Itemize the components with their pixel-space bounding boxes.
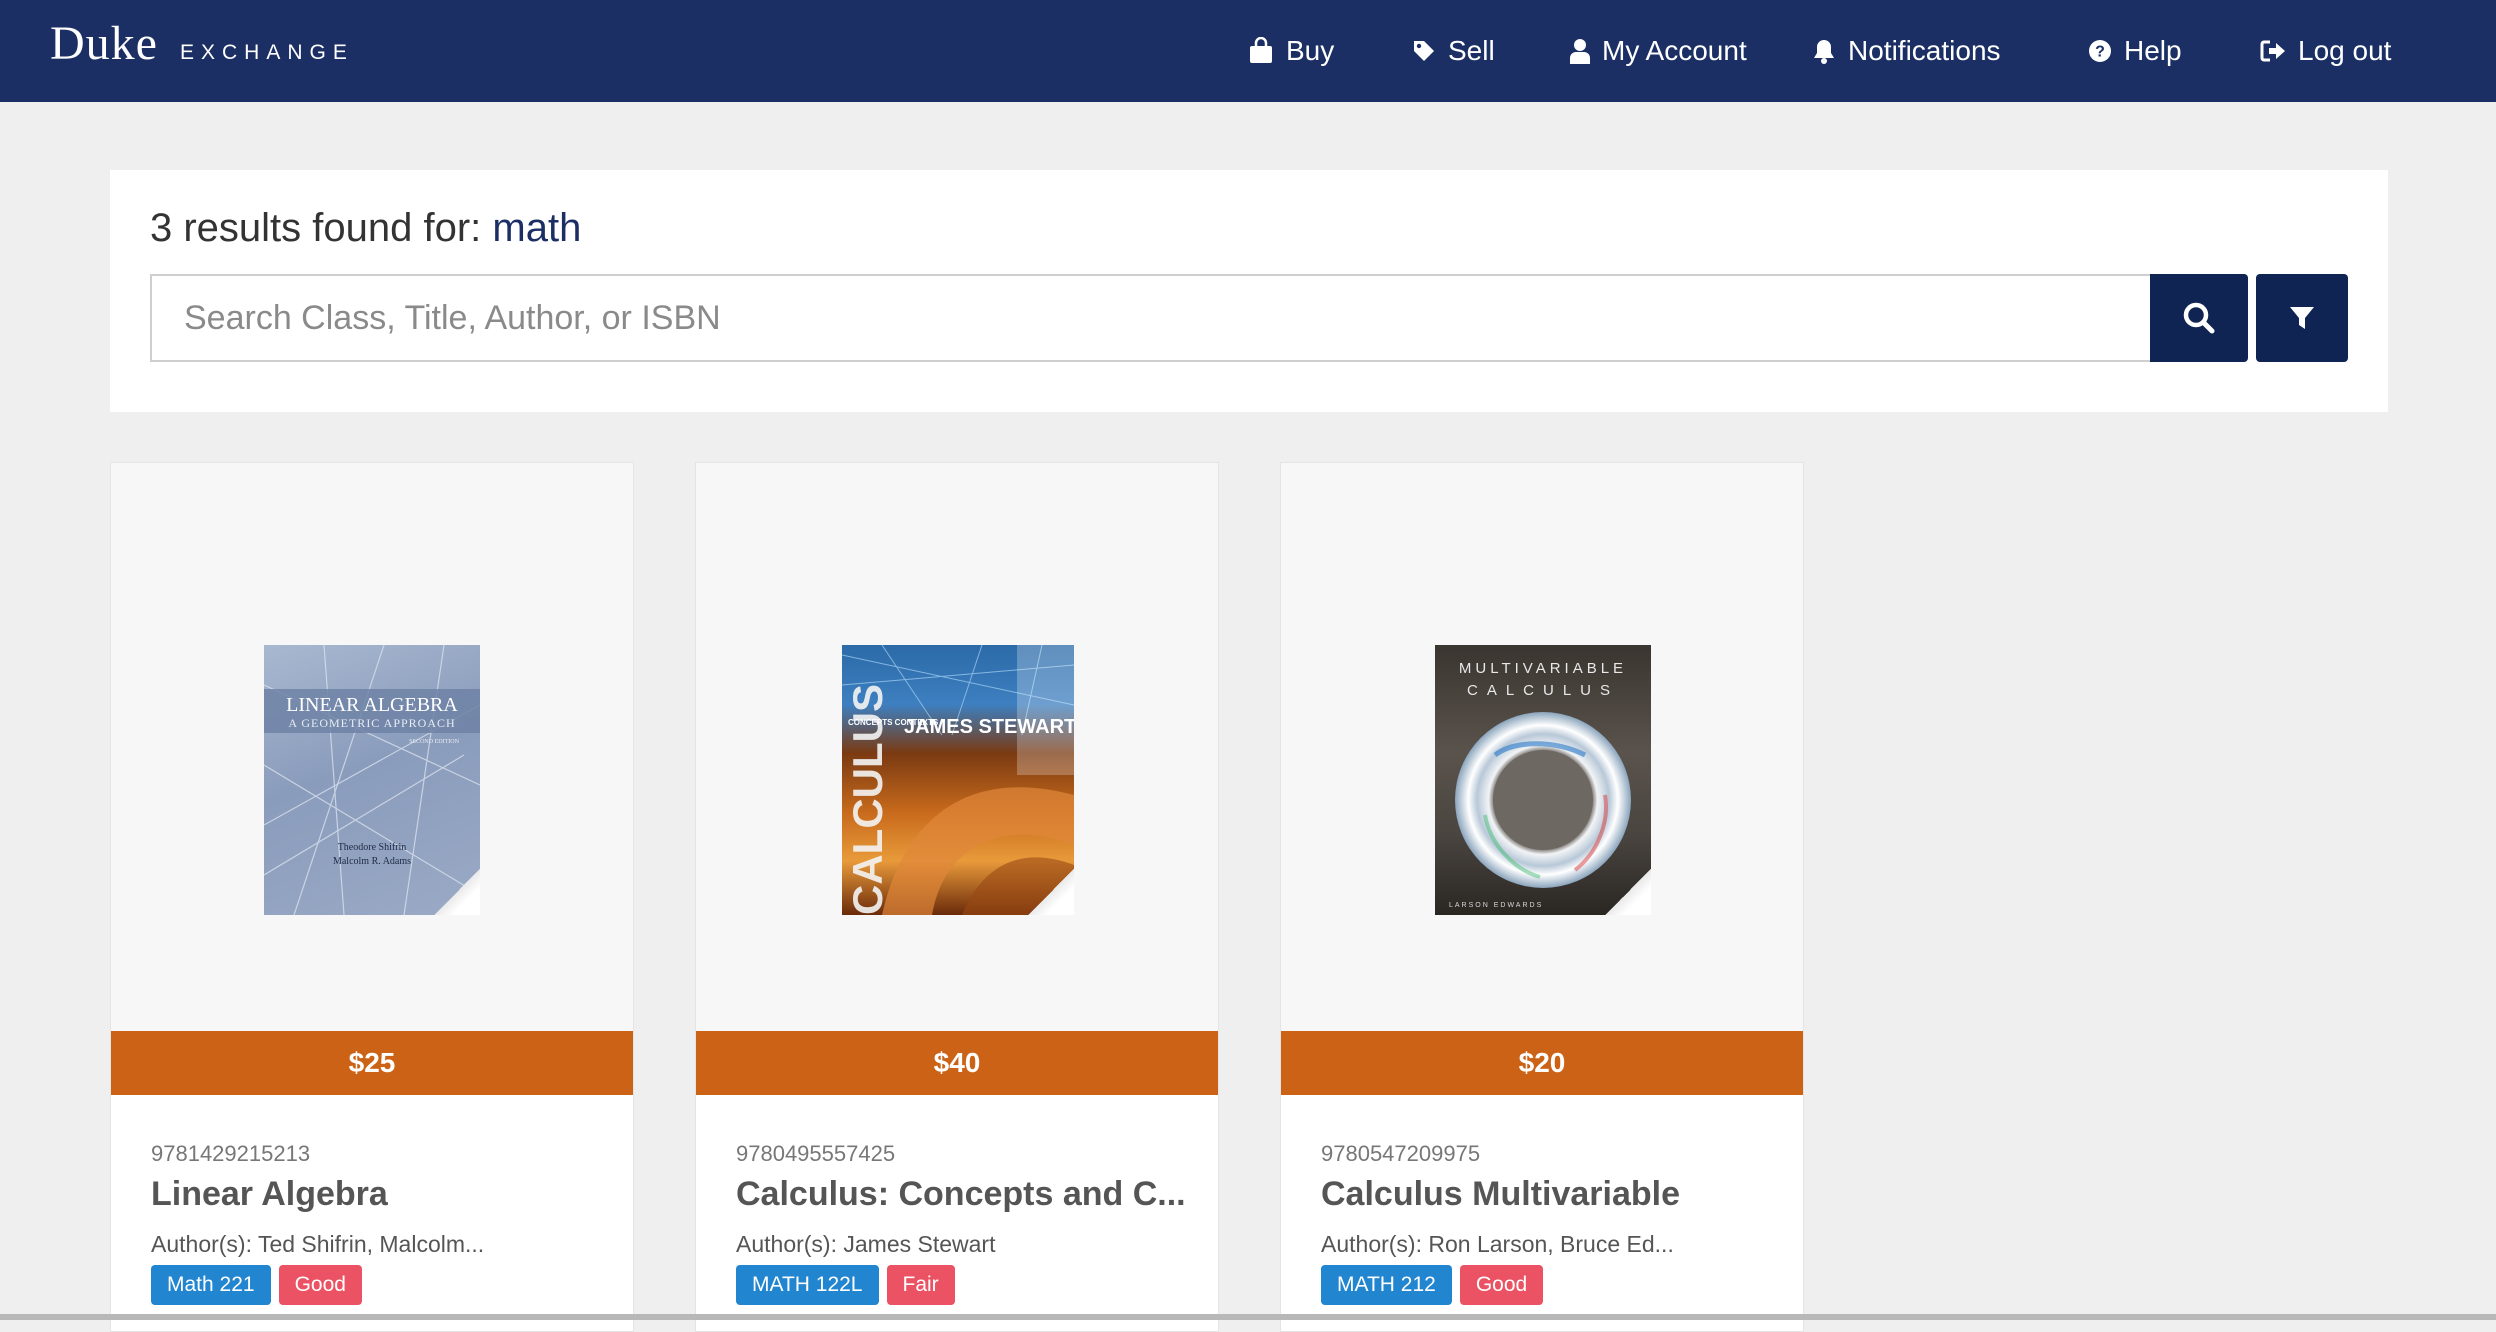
class-tag: MATH 212 <box>1321 1265 1452 1305</box>
nav-notifications[interactable]: Notifications <box>1812 0 2001 102</box>
results-heading: 3 results found for: math <box>150 206 581 251</box>
book-authors: Author(s): James Stewart <box>736 1231 996 1257</box>
top-navbar: Duke EXCHANGE Buy Sell My Account Notifi… <box>0 0 2496 102</box>
book-image-area: CALCULUS CONCEPTS CONTEXTS JAMES STEWART <box>696 463 1218 1031</box>
book-cover-image[interactable]: MULTIVARIABLE CALCULUS LARSON EDWARDS <box>1435 645 1651 915</box>
condition-tag: Fair <box>886 1265 955 1305</box>
page-curl-icon <box>434 869 480 915</box>
book-cover-image[interactable]: CALCULUS CONCEPTS CONTEXTS JAMES STEWART <box>842 645 1074 915</box>
cover-authors: LARSON EDWARDS <box>1449 902 1543 909</box>
book-authors: Author(s): Ron Larson, Bruce Ed... <box>1321 1231 1674 1257</box>
search-input[interactable] <box>150 274 2150 362</box>
condition-tag: Good <box>278 1265 362 1305</box>
nav-buy[interactable]: Buy <box>1248 0 1334 102</box>
book-card[interactable]: CALCULUS CONCEPTS CONTEXTS JAMES STEWART… <box>695 462 1219 1332</box>
nav-my-account[interactable]: My Account <box>1570 0 1747 102</box>
cover-author: JAMES STEWART <box>904 716 1074 738</box>
nav-logout[interactable]: Log out <box>2260 0 2391 102</box>
sign-out-icon <box>2260 40 2285 62</box>
search-panel: 3 results found for: math <box>110 170 2388 412</box>
nav-my-account-label: My Account <box>1602 35 1747 66</box>
condition-tag: Good <box>1459 1265 1544 1305</box>
nav-help-label: Help <box>2124 35 2182 66</box>
price-bar: $20 <box>1281 1031 1803 1095</box>
filter-button[interactable] <box>2256 274 2348 362</box>
book-tags: MATH 122L Fair <box>736 1265 955 1305</box>
brand-logo[interactable]: Duke EXCHANGE <box>50 16 354 80</box>
nav-notifications-label: Notifications <box>1848 35 2001 66</box>
book-title[interactable]: Calculus: Concepts and C... <box>736 1175 1196 1214</box>
question-circle-icon: ? <box>2089 40 2111 62</box>
book-title[interactable]: Calculus Multivariable <box>1321 1175 1781 1214</box>
book-title[interactable]: Linear Algebra <box>151 1175 611 1214</box>
book-tags: Math 221 Good <box>151 1265 362 1305</box>
nav-sell[interactable]: Sell <box>1412 0 1495 102</box>
cover-edition: SECOND EDITION <box>409 739 459 745</box>
book-authors: Author(s): Ted Shifrin, Malcolm... <box>151 1231 485 1257</box>
search-button[interactable] <box>2150 274 2248 362</box>
filter-icon <box>2290 307 2314 329</box>
price-bar: $40 <box>696 1031 1218 1095</box>
page-curl-icon <box>1605 869 1651 915</box>
results-prefix: 3 results found for: <box>150 206 493 250</box>
user-icon <box>1570 39 1590 64</box>
window-bottom-edge <box>0 1314 2496 1320</box>
nav-logout-label: Log out <box>2298 35 2392 66</box>
book-image-area: LINEAR ALGEBRA A GEOMETRIC APPROACH SECO… <box>111 463 633 1031</box>
book-card[interactable]: LINEAR ALGEBRA A GEOMETRIC APPROACH SECO… <box>110 462 634 1332</box>
shopping-bag-icon <box>1250 37 1272 63</box>
book-image-area: MULTIVARIABLE CALCULUS LARSON EDWARDS <box>1281 463 1803 1031</box>
brand-main-text: Duke <box>50 17 158 70</box>
cover-title-line1: LINEAR ALGEBRA <box>286 694 458 716</box>
tag-icon <box>1414 41 1434 61</box>
nav-buy-label: Buy <box>1286 35 1335 66</box>
book-card[interactable]: MULTIVARIABLE CALCULUS LARSON EDWARDS $2… <box>1280 462 1804 1332</box>
book-isbn: 9780547209975 <box>1321 1141 1481 1166</box>
book-isbn: 9781429215213 <box>151 1141 311 1166</box>
cover-author-2: Malcolm R. Adams <box>333 856 411 867</box>
cover-title-line2: A GEOMETRIC APPROACH <box>288 716 455 730</box>
results-query: math <box>492 206 582 250</box>
price-bar: $25 <box>111 1031 633 1095</box>
page-curl-icon <box>1028 869 1074 915</box>
svg-text:?: ? <box>2095 44 2105 61</box>
class-tag: MATH 122L <box>736 1265 879 1305</box>
nav-sell-label: Sell <box>1448 35 1495 66</box>
search-icon <box>2183 302 2215 334</box>
nav-help[interactable]: ? Help <box>2088 0 2182 102</box>
book-tags: MATH 212 Good <box>1321 1265 1544 1305</box>
cover-title-line1: MULTIVARIABLE <box>1459 660 1627 677</box>
book-isbn: 9780495557425 <box>736 1141 896 1166</box>
cover-title-line2: CALCULUS <box>1467 682 1619 699</box>
book-cover-image[interactable]: LINEAR ALGEBRA A GEOMETRIC APPROACH SECO… <box>264 645 480 915</box>
brand-sub-text: EXCHANGE <box>179 41 354 64</box>
class-tag: Math 221 <box>151 1265 271 1305</box>
bell-icon <box>1814 40 1834 64</box>
cover-author-1: Theodore Shifrin <box>338 842 407 853</box>
